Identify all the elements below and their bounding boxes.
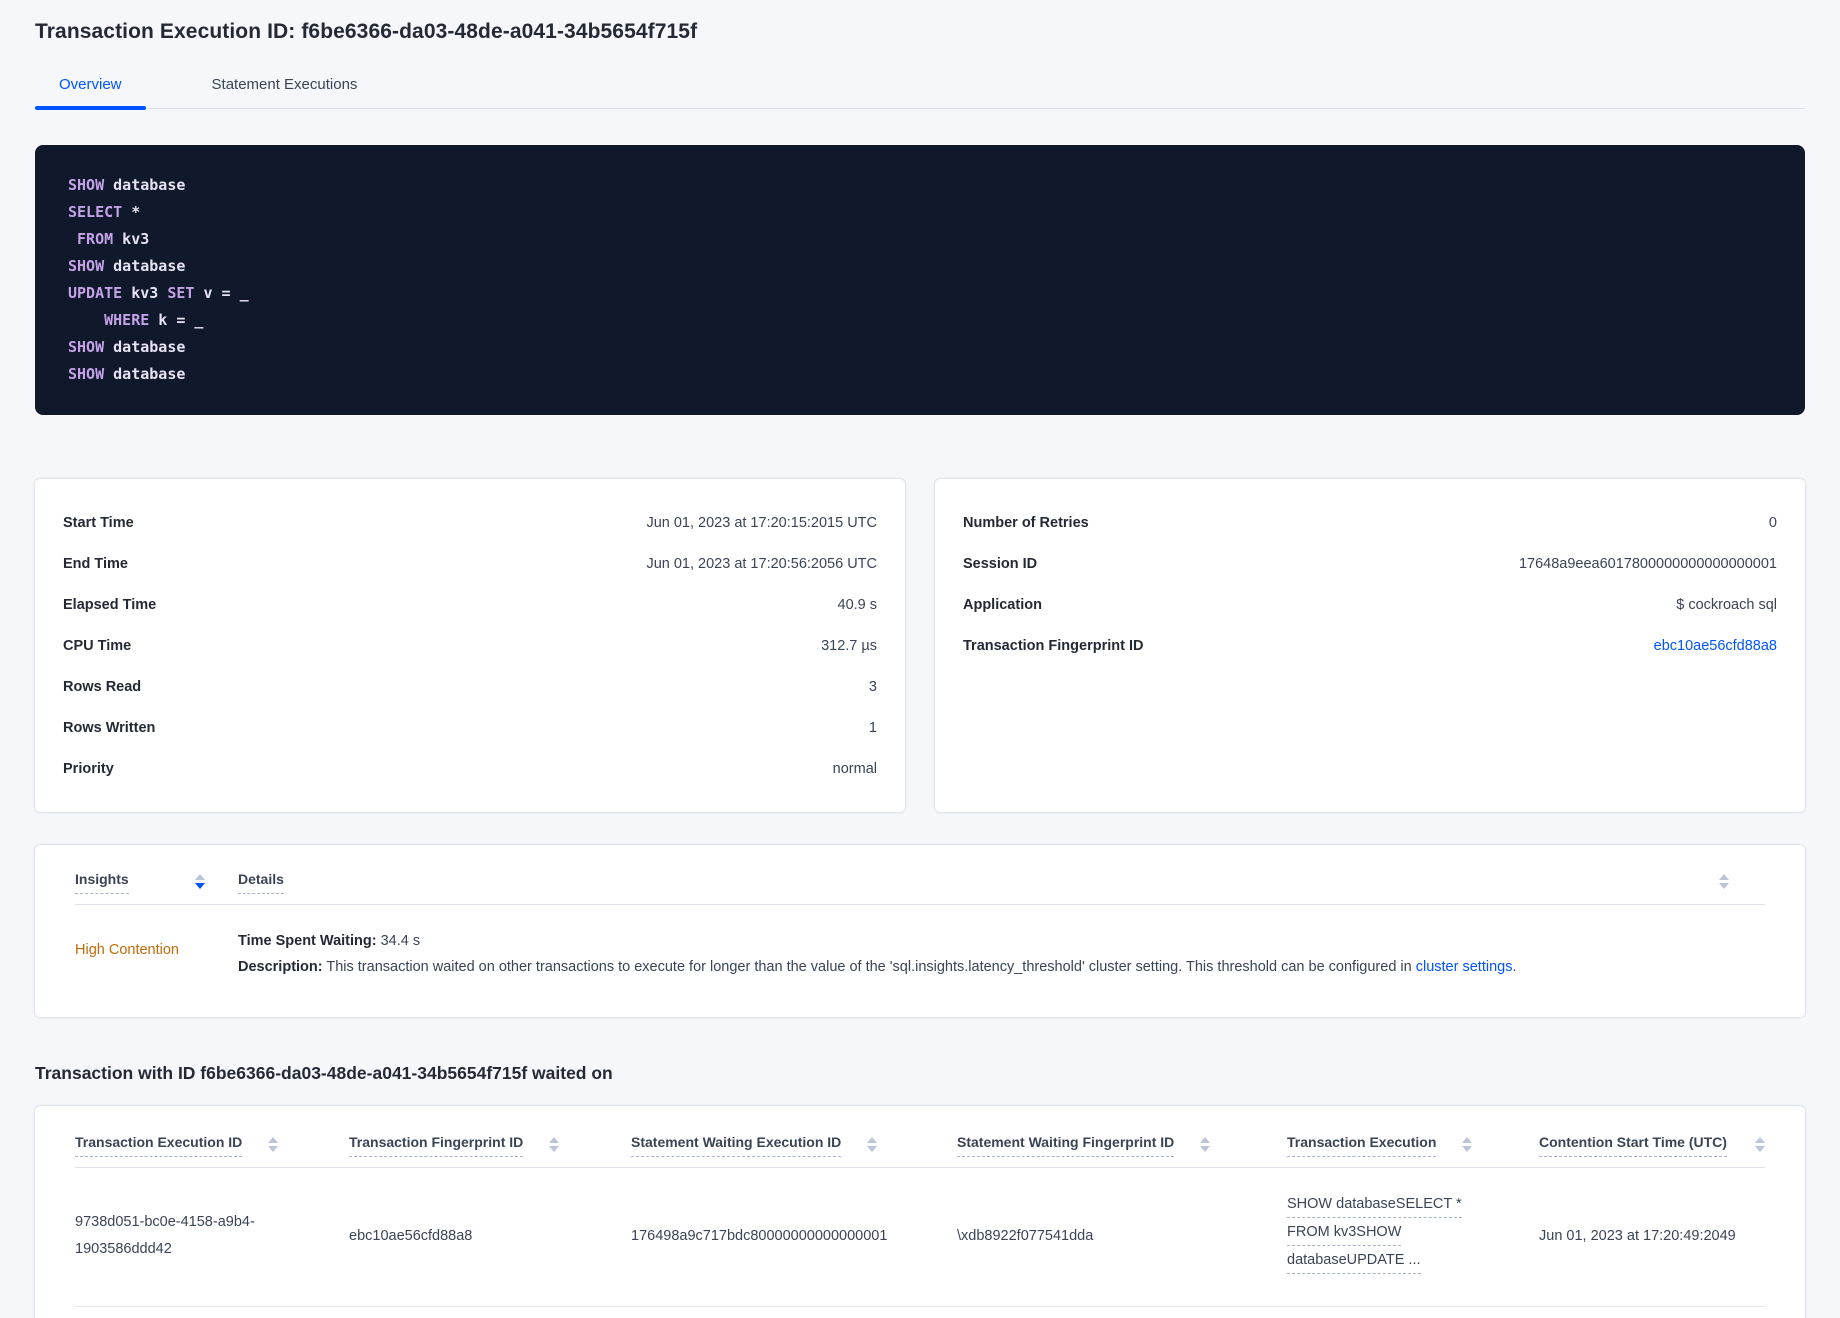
cell-transaction-execution: SHOW databaseSELECT * FROM kv3SHOW datab… (1287, 1194, 1539, 1278)
kv-value: 1 (868, 719, 877, 736)
statement-waiting-fingerprint-id-value: \xdb8922f077541dda (957, 1227, 1094, 1244)
transaction-fingerprint-id-link[interactable]: ebc10ae56cfd88a8 (1654, 638, 1777, 654)
transaction-execution-id-value: 9738d051-bc0e-4158-a9b4-1903586ddd42 (75, 1213, 255, 1257)
summary-cards-row: Start Time Jun 01, 2023 at 17:20:15:2015… (35, 479, 1805, 812)
column-header-transaction-execution-id: Transaction Execution ID (75, 1134, 349, 1157)
kv-row-cpu-time: CPU Time 312.7 µs (63, 625, 877, 666)
insight-details: Time Spent Waiting: 34.4 s Description: … (238, 929, 1765, 981)
sort-icon[interactable] (1719, 874, 1729, 889)
tab-bar: Overview Statement Executions (35, 68, 1805, 110)
sort-icon[interactable] (549, 1136, 560, 1152)
kv-row-priority: Priority normal (63, 748, 877, 789)
kv-value: 3 (868, 678, 877, 695)
column-header-statement-waiting-execution-id: Statement Waiting Execution ID (631, 1134, 957, 1157)
time-spent-waiting-line: Time Spent Waiting: 34.4 s (238, 929, 1765, 955)
transaction-execution-line[interactable]: FROM kv3SHOW (1287, 1222, 1402, 1246)
kv-label: Application (963, 596, 1042, 613)
kv-value: $ cockroach sql (1676, 596, 1777, 613)
kv-value: 0 (1768, 514, 1777, 531)
kv-label: Priority (63, 760, 114, 777)
details-header-label[interactable]: Details (238, 871, 284, 894)
contention-start-time-value: Jun 01, 2023 at 17:20:49:2049 (1539, 1227, 1736, 1244)
insight-row: High Contention Time Spent Waiting: 34.4… (75, 905, 1765, 981)
insights-table-header: Insights Details (75, 871, 1765, 905)
page-title: Transaction Execution ID: f6be6366-da03-… (35, 20, 698, 43)
kv-value: Jun 01, 2023 at 17:20:15:2015 UTC (646, 514, 877, 531)
kv-row-application: Application $ cockroach sql (963, 584, 1777, 625)
insight-type-label: High Contention (75, 942, 179, 958)
column-header-label[interactable]: Transaction Execution (1287, 1134, 1437, 1157)
column-header-label[interactable]: Transaction Fingerprint ID (349, 1134, 524, 1157)
column-header-transaction-fingerprint-id: Transaction Fingerprint ID (349, 1134, 631, 1157)
cell-transaction-execution-id: 9738d051-bc0e-4158-a9b4-1903586ddd42 (75, 1209, 349, 1263)
kv-row-elapsed-time: Elapsed Time 40.9 s (63, 584, 877, 625)
cell-contention-start-time: Jun 01, 2023 at 17:20:49:2049 (1539, 1228, 1765, 1244)
sort-icon[interactable] (1462, 1136, 1473, 1152)
column-header-statement-waiting-fingerprint-id: Statement Waiting Fingerprint ID (957, 1134, 1287, 1157)
column-header-contention-start-time: Contention Start Time (UTC) (1539, 1134, 1765, 1157)
description-line: Description: This transaction waited on … (238, 955, 1765, 981)
transaction-fingerprint-id-value: ebc10ae56cfd88a8 (349, 1227, 473, 1244)
statement-waiting-execution-id-value: 176498a9c717bdc80000000000000001 (631, 1227, 888, 1244)
kv-value: 312.7 µs (821, 637, 877, 654)
kv-label: CPU Time (63, 637, 132, 654)
waited-table-header: Transaction Execution ID Transaction Fin… (75, 1134, 1765, 1168)
kv-label: Elapsed Time (63, 596, 157, 613)
tab-statement-executions[interactable]: Statement Executions (188, 68, 382, 108)
column-header-label[interactable]: Contention Start Time (UTC) (1539, 1134, 1727, 1157)
time-spent-waiting-label: Time Spent Waiting: (238, 933, 377, 949)
kv-value: 17648a9eea6017800000000000000001 (1518, 555, 1777, 572)
kv-label: Transaction Fingerprint ID (963, 637, 1144, 654)
details-column-header: Details (238, 871, 284, 894)
description-period: . (1512, 958, 1517, 975)
kv-value: Jun 01, 2023 at 17:20:56:2056 UTC (646, 555, 877, 572)
execution-meta-card: Number of Retries 0 Session ID 17648a9ee… (935, 479, 1805, 812)
insights-column-header: Insights (75, 871, 205, 894)
sort-icon[interactable] (1200, 1136, 1211, 1152)
description-label: Description: (238, 958, 323, 975)
transaction-execution-link[interactable]: SHOW databaseSELECT * FROM kv3SHOW datab… (1287, 1194, 1462, 1278)
description-text: This transaction waited on other transac… (322, 958, 1416, 975)
sort-icon[interactable] (268, 1136, 279, 1152)
sort-desc-icon[interactable] (195, 874, 205, 889)
column-header-label[interactable]: Statement Waiting Fingerprint ID (957, 1134, 1175, 1157)
column-header-label[interactable]: Transaction Execution ID (75, 1134, 243, 1157)
kv-label: End Time (63, 555, 128, 572)
kv-label: Start Time (63, 514, 134, 531)
kv-label: Session ID (963, 555, 1038, 572)
sort-icon[interactable] (867, 1136, 878, 1152)
kv-row-retries: Number of Retries 0 (963, 502, 1777, 543)
cell-statement-waiting-fingerprint-id: \xdb8922f077541dda (957, 1228, 1287, 1244)
kv-row-transaction-fingerprint-id: Transaction Fingerprint ID ebc10ae56cfd8… (963, 625, 1777, 666)
kv-row-rows-written: Rows Written 1 (63, 707, 877, 748)
kv-row-rows-read: Rows Read 3 (63, 666, 877, 707)
transaction-execution-line[interactable]: SHOW databaseSELECT * (1287, 1194, 1462, 1218)
waited-on-table-card: Transaction Execution ID Transaction Fin… (35, 1105, 1805, 1318)
cluster-settings-link[interactable]: cluster settings (1416, 959, 1513, 975)
cell-statement-waiting-execution-id: 176498a9c717bdc80000000000000001 (631, 1228, 957, 1244)
cell-transaction-fingerprint-id: ebc10ae56cfd88a8 (349, 1228, 631, 1244)
kv-label: Rows Written (63, 719, 156, 736)
sql-statements-box: SHOW database SELECT * FROM kv3 SHOW datab… (35, 145, 1805, 415)
time-spent-waiting-value: 34.4 s (376, 933, 421, 949)
column-header-label[interactable]: Statement Waiting Execution ID (631, 1134, 842, 1157)
execution-times-card: Start Time Jun 01, 2023 at 17:20:15:2015… (35, 479, 905, 812)
kv-row-end-time: End Time Jun 01, 2023 at 17:20:56:2056 U… (63, 543, 877, 584)
waited-on-heading: Transaction with ID f6be6366-da03-48de-a… (35, 1062, 613, 1083)
kv-value: normal (832, 760, 877, 777)
kv-row-session-id: Session ID 17648a9eea6017800000000000000… (963, 543, 1777, 584)
insights-header-label[interactable]: Insights (75, 871, 129, 894)
kv-row-start-time: Start Time Jun 01, 2023 at 17:20:15:2015… (63, 502, 877, 543)
transaction-details-page: Transaction Execution ID: f6be6366-da03-… (0, 0, 1840, 1318)
sort-icon[interactable] (1755, 1136, 1765, 1152)
column-header-transaction-execution: Transaction Execution (1287, 1134, 1539, 1157)
kv-label: Rows Read (63, 678, 142, 695)
insights-card: Insights Details High Contention Time Sp… (35, 845, 1805, 1017)
kv-label: Number of Retries (963, 514, 1089, 531)
transaction-execution-line[interactable]: databaseUPDATE ... (1287, 1250, 1421, 1274)
waited-table-row: 9738d051-bc0e-4158-a9b4-1903586ddd42 ebc… (75, 1168, 1765, 1307)
tab-overview[interactable]: Overview (35, 68, 146, 110)
kv-value: 40.9 s (837, 596, 878, 613)
